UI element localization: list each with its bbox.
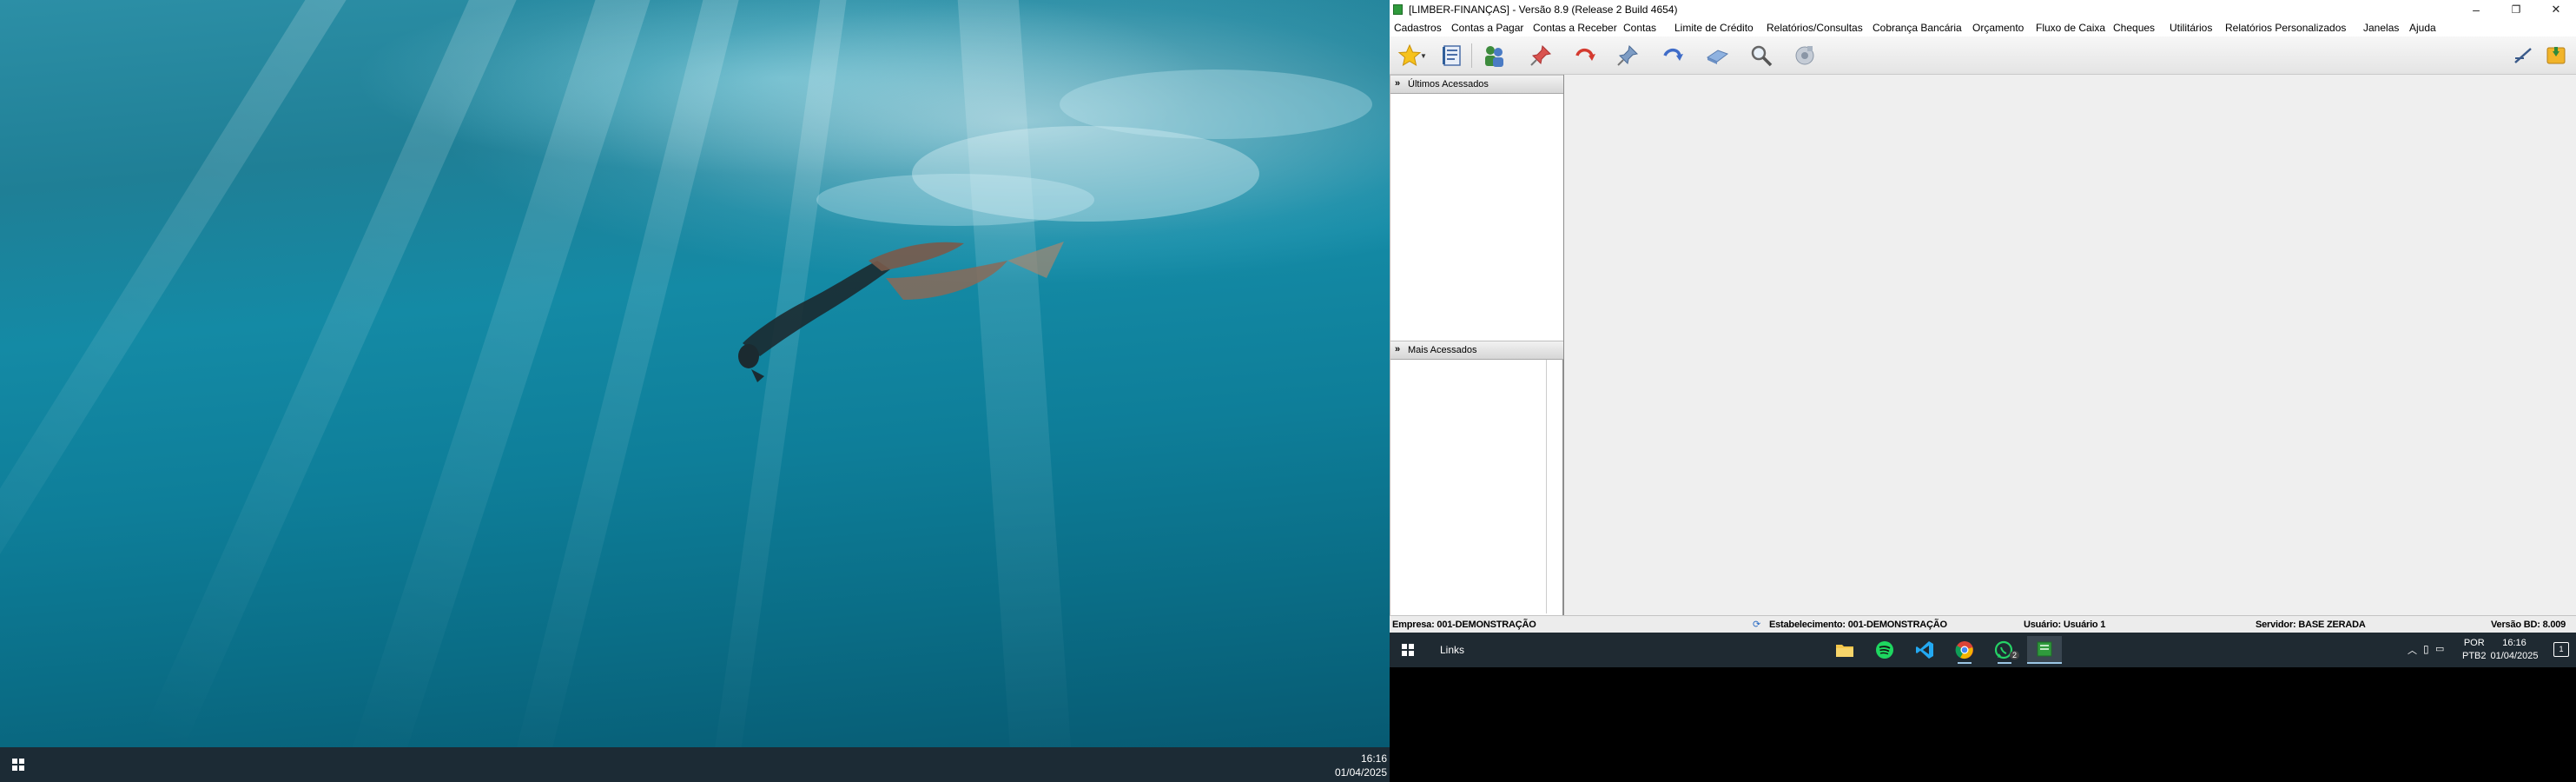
most-accessed-panel-header[interactable]: » Mais Acessados <box>1390 341 1563 360</box>
most-accessed-panel-title: Mais Acessados <box>1408 345 1477 355</box>
spotify-icon[interactable] <box>1867 636 1902 664</box>
clock-date: 01/04/2025 <box>2490 651 2539 661</box>
menu-limite-de-credito[interactable]: Limite de Crédito <box>1674 22 1754 34</box>
tray-battery-icon[interactable]: ▭ <box>2435 643 2444 654</box>
close-button[interactable]: ✕ <box>2536 0 2576 19</box>
servidor-value: BASE ZERADA <box>2298 620 2366 630</box>
limber-financas-taskbar-icon[interactable] <box>2027 636 2062 664</box>
undo-arrow-icon[interactable] <box>1570 42 1598 70</box>
usuario-value: Usuário 1 <box>2063 620 2106 630</box>
menu-orcamento[interactable]: Orçamento <box>1972 22 2024 34</box>
empresa-value: 001-DEMONSTRAÇÃO <box>1437 620 1536 630</box>
running-indicator <box>1998 662 2011 664</box>
status-versao-bd: Versão BD: 8.009 <box>2491 620 2566 630</box>
window-title: [LIMBER-FINANÇAS] - Versão 8.9 (Release … <box>1409 3 1678 16</box>
app-logo-icon <box>1393 4 1403 15</box>
limber-financas-window: [LIMBER-FINANÇAS] - Versão 8.9 (Release … <box>1390 0 2576 633</box>
users-icon[interactable] <box>1480 42 1508 70</box>
most-accessed-list <box>1390 360 1547 613</box>
notification-count: 1 <box>2559 645 2564 653</box>
menu-relatorios-consultas[interactable]: Relatórios/Consultas <box>1767 22 1863 34</box>
status-empresa: Empresa: 001-DEMONSTRAÇÃO <box>1392 620 1536 630</box>
taskbar-left: 16:16 01/04/2025 <box>0 747 1390 782</box>
estabelecimento-label: Estabelecimento: <box>1769 620 1846 630</box>
collapse-chevron-icon[interactable]: » <box>1395 344 1400 355</box>
menu-cheques[interactable]: Cheques <box>2113 22 2155 34</box>
notebook-icon[interactable] <box>1438 42 1466 70</box>
tray-usb-icon[interactable]: ▯ <box>2423 643 2429 655</box>
menu-cadastros[interactable]: Cadastros <box>1394 22 1442 34</box>
tray-expand-chevron-icon[interactable]: ︿ <box>2408 643 2417 657</box>
status-usuario: Usuário: Usuário 1 <box>2024 620 2105 630</box>
tray-clock-right[interactable]: 16:16 01/04/2025 <box>2488 637 2540 663</box>
search-magnifier-icon[interactable] <box>1747 42 1775 70</box>
desktop-wallpaper <box>0 0 1390 782</box>
settings-disk-icon[interactable] <box>1791 42 1819 70</box>
title-bar[interactable]: [LIMBER-FINANÇAS] - Versão 8.9 (Release … <box>1390 0 2576 19</box>
language-code: POR <box>2463 638 2485 648</box>
running-indicator <box>1958 662 1972 664</box>
recent-list <box>1390 94 1563 341</box>
edit-pen-icon[interactable] <box>2510 42 2538 70</box>
restore-button[interactable]: ❐ <box>2496 0 2536 19</box>
save-download-icon[interactable] <box>2542 42 2570 70</box>
windows-start-icon[interactable] <box>12 759 24 771</box>
menu-utilitarios[interactable]: Utilitários <box>2170 22 2212 34</box>
recent-panel-header[interactable]: » Últimos Acessados <box>1390 75 1563 94</box>
redo-arrow-icon[interactable] <box>1659 42 1687 70</box>
menu-contas-a-pagar[interactable]: Contas a Pagar <box>1451 22 1523 34</box>
toolbar: ▼ <box>1390 36 2576 75</box>
language-indicator[interactable]: POR PTB2 <box>2462 637 2487 663</box>
keyboard-layout: PTB2 <box>2462 651 2487 661</box>
tray-clock-left[interactable]: 16:16 01/04/2025 <box>1335 752 1387 779</box>
collapse-chevron-icon[interactable]: » <box>1395 78 1400 89</box>
push-pin-blue-icon[interactable] <box>1614 42 1641 70</box>
servidor-label: Servidor: <box>2256 620 2296 630</box>
status-estabelecimento: Estabelecimento: 001-DEMONSTRAÇÃO <box>1769 620 1947 630</box>
recent-panel-title: Últimos Acessados <box>1408 79 1489 89</box>
empresa-label: Empresa: <box>1392 620 1435 630</box>
favorites-dropdown-icon[interactable]: ▼ <box>1417 42 1430 70</box>
menu-ajuda[interactable]: Ajuda <box>2409 22 2436 34</box>
access-sidebar: » Últimos Acessados » Mais Acessados <box>1390 75 1564 615</box>
eraser-icon[interactable] <box>1703 42 1731 70</box>
menu-relatorios-personalizados[interactable]: Relatórios Personalizados <box>2225 22 2346 34</box>
menu-bar: Cadastros Contas a Pagar Contas a Recebe… <box>1390 19 2576 36</box>
usuario-label: Usuário: <box>2024 620 2062 630</box>
menu-janelas[interactable]: Janelas <box>2363 22 2399 34</box>
menu-cobranca-bancaria[interactable]: Cobrança Bancária <box>1873 22 1962 34</box>
file-explorer-icon[interactable] <box>1827 636 1862 664</box>
status-bar: Empresa: 001-DEMONSTRAÇÃO ⟳ Estabelecime… <box>1390 615 2576 633</box>
estabelecimento-value: 001-DEMONSTRAÇÃO <box>1847 620 1947 630</box>
clock-time: 16:16 <box>2502 638 2526 648</box>
vscode-icon[interactable] <box>1907 636 1942 664</box>
unused-screen-area <box>1390 667 2576 782</box>
links-toolbar[interactable]: Links <box>1440 644 1464 656</box>
notification-center-icon[interactable]: 1 <box>2553 642 2569 657</box>
menu-contas[interactable]: Contas <box>1623 22 1656 34</box>
chrome-icon[interactable] <box>1947 636 1982 664</box>
clock-date: 01/04/2025 <box>1334 766 1387 779</box>
refresh-icon[interactable]: ⟳ <box>1753 619 1760 630</box>
minimize-button[interactable]: – <box>2456 0 2496 19</box>
freediver-illustration <box>738 70 1372 382</box>
menu-contas-a-receber[interactable]: Contas a Receber <box>1533 22 1617 34</box>
taskbar-right: Links 2 ︿ ▯ ▭ POR PTB2 16:16 01/04/2025 … <box>1390 633 2576 667</box>
versao-value: 8.009 <box>2542 620 2566 630</box>
versao-label: Versão BD: <box>2491 620 2540 630</box>
whatsapp-badge: 2 <box>2009 651 2019 659</box>
push-pin-red-icon[interactable] <box>1527 42 1555 70</box>
toolbar-separator <box>1471 43 1472 68</box>
workspace-area <box>1564 75 2576 615</box>
clock-time: 16:16 <box>1360 752 1387 765</box>
left-monitor: 16:16 01/04/2025 <box>0 0 1390 782</box>
windows-start-icon[interactable] <box>1402 644 1414 656</box>
menu-fluxo-de-caixa[interactable]: Fluxo de Caixa <box>2036 22 2105 34</box>
status-servidor: Servidor: BASE ZERADA <box>2256 620 2366 630</box>
whatsapp-icon[interactable]: 2 <box>1987 636 2022 664</box>
right-monitor: [LIMBER-FINANÇAS] - Versão 8.9 (Release … <box>1390 0 2576 782</box>
